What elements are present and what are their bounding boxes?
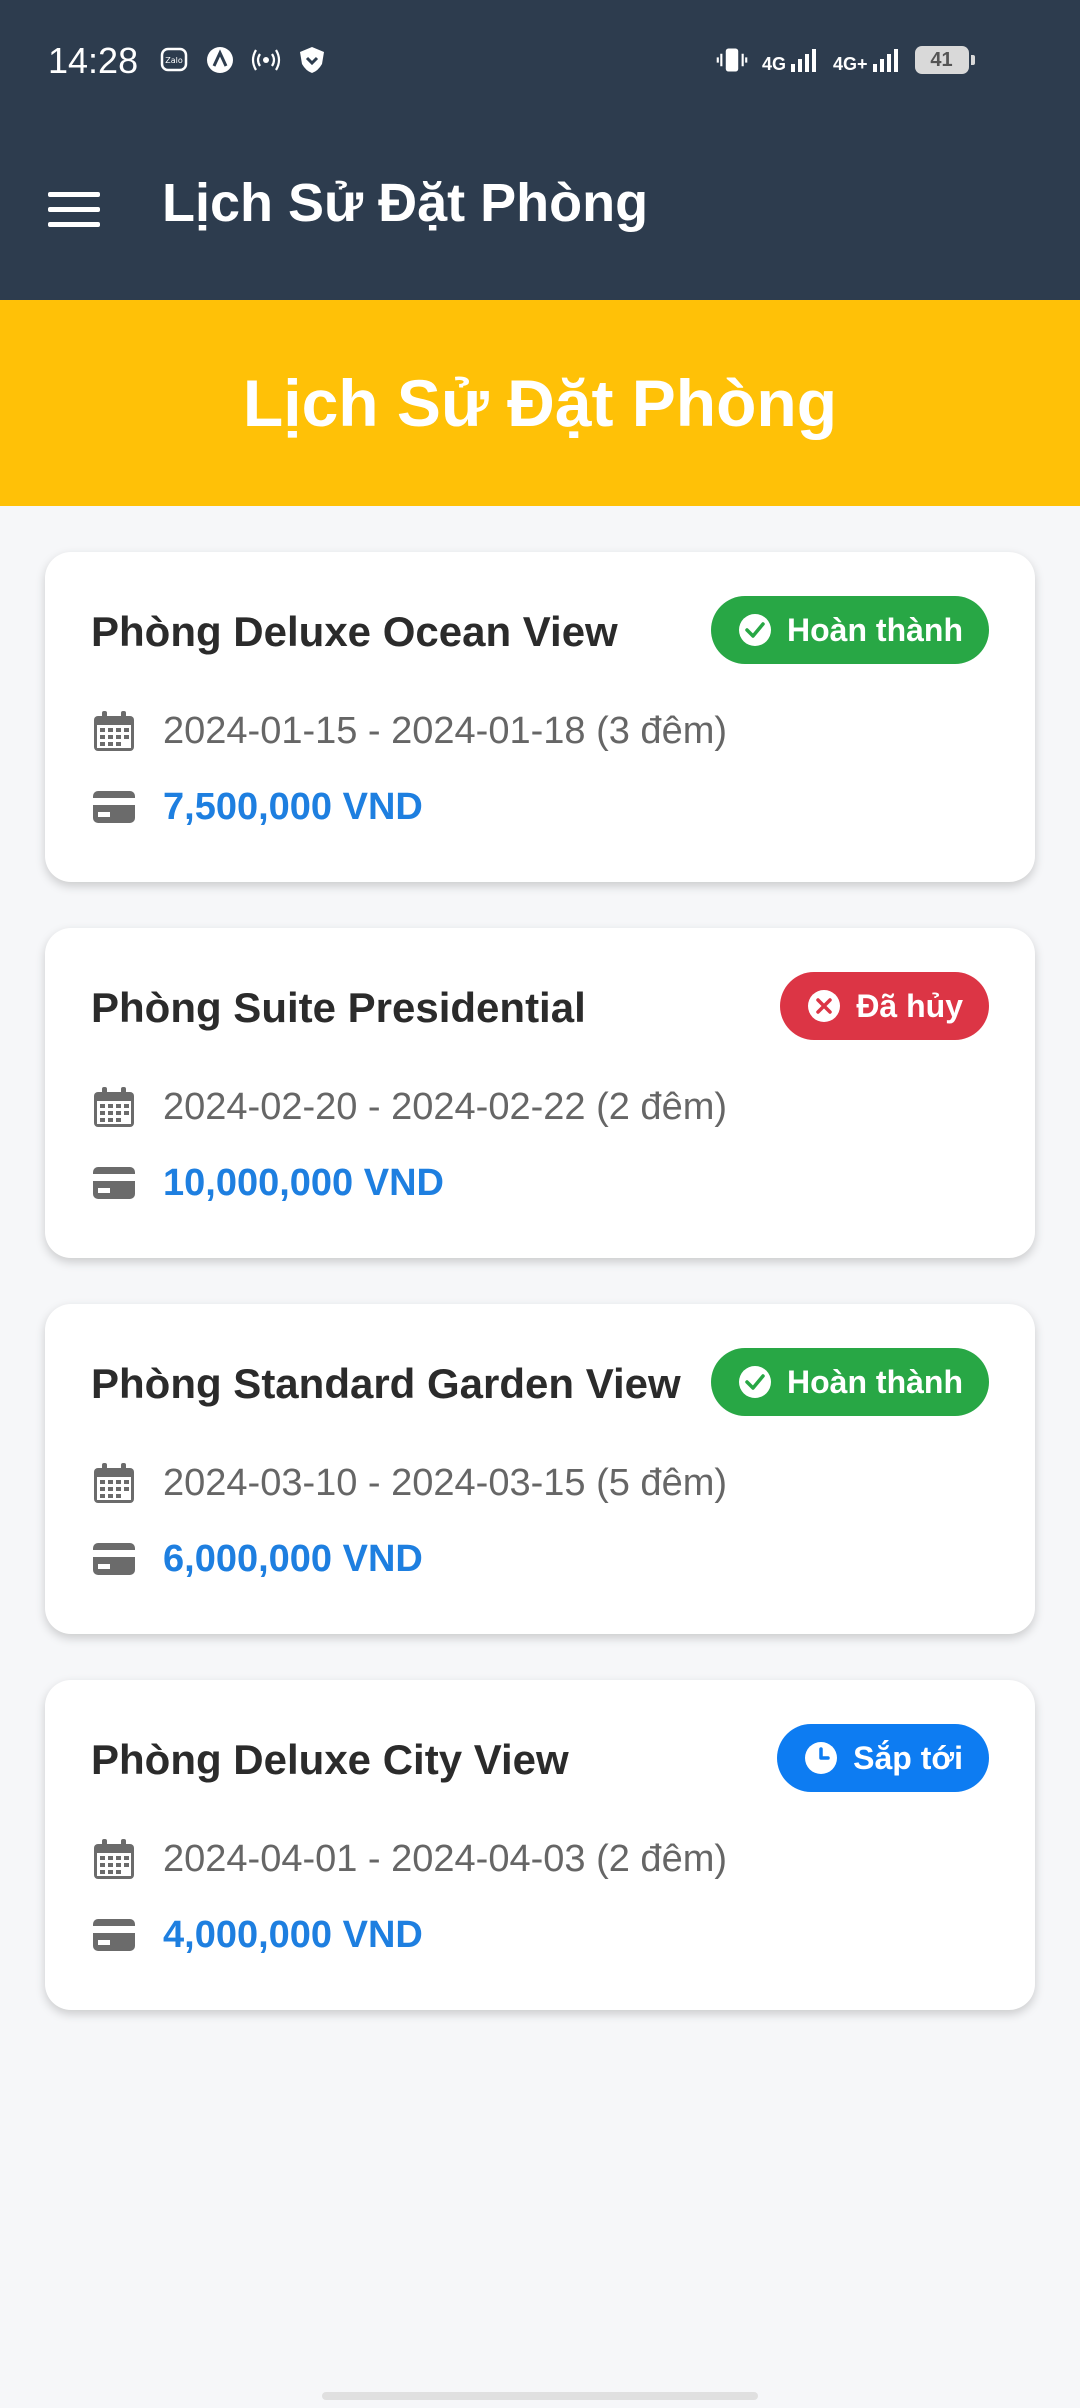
toolbar-title: Lịch Sử Đặt Phòng (162, 173, 649, 233)
booking-price: 7,500,000 VND (163, 785, 423, 828)
credit-card-icon (91, 784, 137, 830)
calendar-icon (91, 1836, 137, 1882)
price-row: 7,500,000 VND (91, 784, 423, 830)
status-label: Sắp tới (853, 1739, 963, 1776)
booking-dates: 2024-04-01 - 2024-04-03 (2 đêm) (163, 1837, 728, 1880)
booking-dates: 2024-01-15 - 2024-01-18 (3 đêm) (163, 709, 728, 752)
booking-card[interactable]: Phòng Suite Presidential Đã hủy 2024-02-… (45, 928, 1035, 1258)
app-header: 14:28 Zalo 4G 4G+ 41 Lịch Sử Đặt Phòng (0, 0, 1080, 300)
toolbar: Lịch Sử Đặt Phòng (0, 126, 1080, 300)
booking-list: Phòng Deluxe Ocean View Hoàn thành 2024-… (45, 552, 1035, 2056)
signal-4g-icon: 4G (762, 47, 819, 73)
x-circle-icon (806, 988, 842, 1024)
vibrate-icon (716, 44, 748, 76)
date-row: 2024-01-15 - 2024-01-18 (3 đêm) (91, 708, 727, 754)
booking-card[interactable]: Phòng Standard Garden View Hoàn thành 20… (45, 1304, 1035, 1634)
notification-icons: Zalo (158, 44, 328, 76)
booking-price: 10,000,000 VND (163, 1161, 444, 1204)
price-row: 10,000,000 VND (91, 1160, 444, 1206)
hamburger-icon-line (48, 206, 100, 212)
price-row: 6,000,000 VND (91, 1536, 423, 1582)
status-label: Hoàn thành (787, 611, 963, 648)
calendar-icon (91, 708, 137, 754)
page-title: Lịch Sử Đặt Phòng (242, 366, 838, 440)
date-row: 2024-04-01 - 2024-04-03 (2 đêm) (91, 1836, 727, 1882)
check-circle-icon (737, 612, 773, 648)
status-time: 14:28 (48, 40, 139, 81)
credit-card-icon (91, 1160, 137, 1206)
hamburger-icon-line (48, 191, 100, 197)
price-row: 4,000,000 VND (91, 1912, 423, 1958)
shield-icon (296, 44, 328, 76)
zalo-icon: Zalo (158, 44, 190, 76)
date-row: 2024-03-10 - 2024-03-15 (5 đêm) (91, 1460, 727, 1506)
svg-text:Zalo: Zalo (165, 56, 183, 65)
booking-dates: 2024-02-20 - 2024-02-22 (2 đêm) (163, 1085, 728, 1128)
room-name: Phòng Standard Garden View (91, 1360, 681, 1407)
status-label: Đã hủy (856, 987, 963, 1024)
credit-card-icon (91, 1536, 137, 1582)
date-row: 2024-02-20 - 2024-02-22 (2 đêm) (91, 1084, 727, 1130)
booking-dates: 2024-03-10 - 2024-03-15 (5 đêm) (163, 1461, 728, 1504)
hotspot-icon (250, 44, 282, 76)
credit-card-icon (91, 1912, 137, 1958)
status-badge: Đã hủy (780, 972, 989, 1040)
clock-icon (803, 1740, 839, 1776)
battery-icon: 41 (914, 46, 975, 74)
status-badge: Hoàn thành (711, 1348, 989, 1416)
home-indicator[interactable] (322, 2392, 758, 2400)
signal-4gplus-icon: 4G+ (833, 47, 901, 73)
booking-card[interactable]: Phòng Deluxe Ocean View Hoàn thành 2024-… (45, 552, 1035, 882)
page-banner: Lịch Sử Đặt Phòng (0, 300, 1080, 506)
booking-card[interactable]: Phòng Deluxe City View Sắp tới 2024-04-0… (45, 1680, 1035, 2010)
status-badge: Sắp tới (777, 1724, 989, 1792)
status-bar: 14:28 Zalo 4G 4G+ 41 (0, 0, 1080, 126)
status-label: Hoàn thành (787, 1363, 963, 1400)
calendar-icon (91, 1084, 137, 1130)
calendar-icon (91, 1460, 137, 1506)
check-circle-icon (737, 1364, 773, 1400)
room-name: Phòng Deluxe City View (91, 1736, 569, 1783)
status-badge: Hoàn thành (711, 596, 989, 664)
hamburger-icon-line (48, 221, 100, 227)
room-name: Phòng Suite Presidential (91, 984, 586, 1031)
booking-price: 6,000,000 VND (163, 1537, 423, 1580)
menu-button[interactable] (40, 180, 108, 238)
system-icons: 4G 4G+ 41 (716, 44, 975, 76)
room-name: Phòng Deluxe Ocean View (91, 608, 618, 655)
app-a-icon (204, 44, 236, 76)
booking-price: 4,000,000 VND (163, 1913, 423, 1956)
